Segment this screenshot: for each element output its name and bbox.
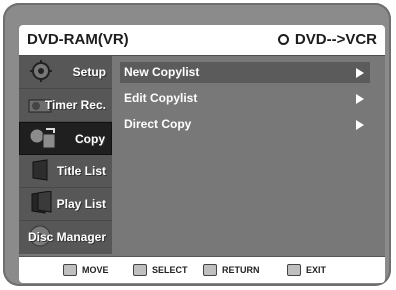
sidebar-item-label: Setup <box>72 65 106 79</box>
help-return: RETURN <box>203 264 260 276</box>
copy-direction-label: DVD-->VCR <box>294 31 377 48</box>
copy-submenu: New Copylist Edit Copylist Direct Copy <box>113 56 385 254</box>
help-exit-label: EXIT <box>306 265 327 275</box>
help-bar: MOVE SELECT RETURN EXIT <box>19 256 385 283</box>
exit-icon <box>287 264 301 276</box>
play-list-icon <box>31 191 52 214</box>
disc-type-title: DVD-RAM(VR) <box>27 31 129 48</box>
menu-item-label: Edit Copylist <box>124 91 198 105</box>
arrow-right-icon <box>356 94 364 104</box>
menu-item-new-copylist[interactable]: New Copylist <box>120 62 370 83</box>
sidebar-item-copy[interactable]: Copy <box>19 122 112 155</box>
sidebar-item-disc-manager[interactable]: Disc Manager <box>19 221 112 254</box>
menu-item-label: Direct Copy <box>124 117 192 131</box>
copy-direction: DVD-->VCR <box>277 31 377 48</box>
sidebar: Setup Timer Rec. Copy Title List Play Li… <box>19 56 112 254</box>
arrow-right-icon <box>356 120 364 130</box>
osd-screen: DVD-RAM(VR) DVD-->VCR Setup Timer Rec. C… <box>19 25 385 283</box>
help-return-label: RETURN <box>222 265 260 275</box>
updown-icon <box>63 264 77 276</box>
menu-item-label: New Copylist <box>124 65 200 79</box>
circle-icon <box>277 34 289 45</box>
menu-item-direct-copy[interactable]: Direct Copy <box>120 114 370 135</box>
title-list-icon <box>32 159 48 181</box>
sidebar-item-timer-rec[interactable]: Timer Rec. <box>19 89 112 122</box>
sidebar-item-label: Disc Manager <box>27 230 106 244</box>
sidebar-item-play-list[interactable]: Play List <box>19 188 112 221</box>
help-move: MOVE <box>63 264 109 276</box>
title-bar: DVD-RAM(VR) DVD-->VCR <box>19 25 385 56</box>
enter-icon <box>133 264 147 276</box>
copy-icon <box>29 128 56 149</box>
sidebar-item-title-list[interactable]: Title List <box>19 155 112 188</box>
sidebar-item-label: Copy <box>75 132 105 146</box>
help-select-label: SELECT <box>152 265 188 275</box>
sidebar-item-label: Timer Rec. <box>44 98 106 112</box>
sidebar-item-setup[interactable]: Setup <box>19 56 112 89</box>
help-select: SELECT <box>133 264 188 276</box>
arrow-right-icon <box>356 68 364 78</box>
sidebar-item-label: Play List <box>56 197 106 211</box>
gear-icon <box>30 60 52 82</box>
return-icon <box>203 264 217 276</box>
sidebar-item-label: Title List <box>56 164 106 178</box>
menu-item-edit-copylist[interactable]: Edit Copylist <box>120 88 370 109</box>
help-move-label: MOVE <box>82 265 109 275</box>
help-exit: EXIT <box>287 264 326 276</box>
